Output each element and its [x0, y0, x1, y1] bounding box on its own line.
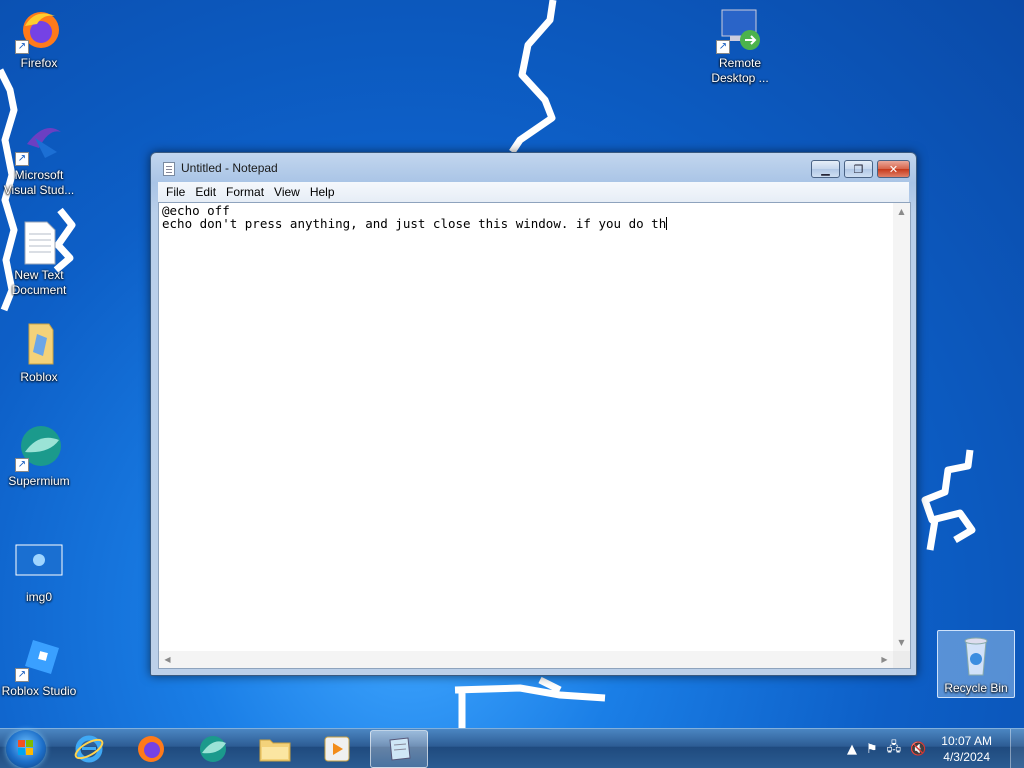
editor-text[interactable]: @echo off echo don't press anything, and … [162, 204, 890, 648]
scroll-left-arrow-icon[interactable]: ◀ [159, 651, 176, 668]
notepad-icon [389, 737, 411, 761]
maximize-icon: ❐ [853, 162, 864, 176]
menu-format[interactable]: Format [221, 185, 269, 199]
desktop-icon-label: Remote Desktop ... [711, 56, 769, 85]
menu-edit[interactable]: Edit [190, 185, 221, 199]
desktop-icon-label: Firefox [20, 56, 58, 70]
menu-help[interactable]: Help [305, 185, 340, 199]
desktop-icon-label: Roblox [20, 370, 58, 384]
text-caret [666, 217, 668, 230]
supermium-icon [200, 736, 226, 762]
desktop-icon-label: img0 [25, 590, 52, 604]
clock-time: 10:07 AM [941, 734, 992, 748]
desktop-icon-remote-desktop[interactable]: ↗ Remote Desktop ... [701, 6, 779, 86]
vertical-scrollbar[interactable]: ▲ ▼ [893, 203, 910, 651]
desktop-icon-recycle-bin[interactable]: Recycle Bin [937, 630, 1015, 698]
text-line-2: echo don't press anything, and just clos… [162, 217, 890, 230]
resize-grip[interactable] [893, 651, 910, 668]
firefox-icon [138, 736, 164, 762]
menu-file[interactable]: File [161, 185, 190, 199]
desktop-icon-label: Microsoft Visual Stud... [3, 168, 75, 197]
notepad-window[interactable]: Untitled - Notepad ▁ ❐ ✕ File Edit Forma… [150, 152, 917, 676]
taskbar-supermium[interactable] [184, 730, 242, 768]
taskbar-file-explorer[interactable] [246, 730, 304, 768]
desktop-icon-roblox[interactable]: Roblox [0, 320, 78, 385]
clock[interactable]: 10:07 AM 4/3/2024 [941, 733, 992, 765]
scroll-up-arrow-icon[interactable]: ▲ [893, 203, 910, 220]
shortcut-arrow-icon: ↗ [15, 668, 29, 682]
visual-studio-icon: ↗ [15, 118, 63, 166]
folder-icon [259, 739, 291, 762]
desktop-icon-firefox[interactable]: ↗ Firefox [0, 6, 78, 71]
horizontal-scrollbar[interactable]: ◀ ▶ [159, 651, 893, 668]
scroll-down-arrow-icon[interactable]: ▼ [893, 634, 910, 651]
taskbar-notepad[interactable] [370, 730, 428, 768]
recycle-bin-icon [952, 631, 1000, 679]
desktop-icon-label: New Text Document [11, 268, 67, 297]
internet-explorer-icon [74, 735, 104, 763]
text-editor[interactable]: @echo off echo don't press anything, and … [158, 202, 911, 669]
media-player-icon [324, 736, 350, 762]
desktop-icon-label: Supermium [8, 474, 70, 488]
show-desktop-button[interactable] [1010, 729, 1024, 768]
windows-logo-icon [18, 740, 33, 755]
folder-icon [15, 320, 63, 368]
desktop-icon-supermium[interactable]: ↗ Supermium [0, 424, 78, 489]
text-document-icon [15, 218, 63, 266]
desktop-icon-visual-studio[interactable]: ↗ Microsoft Visual Stud... [0, 118, 78, 198]
shortcut-arrow-icon: ↗ [15, 40, 29, 54]
desktop-icon-roblox-studio[interactable]: ↗ Roblox Studio [0, 634, 78, 699]
system-tray: ▲ ⚑ 🖧 🔇 10:07 AM 4/3/2024 [847, 729, 1024, 768]
desktop-icon-label: Roblox Studio [1, 684, 77, 698]
menu-bar: File Edit Format View Help [158, 182, 909, 202]
taskbar: ▲ ⚑ 🖧 🔇 10:07 AM 4/3/2024 [0, 728, 1024, 768]
window-title: Untitled - Notepad [181, 161, 278, 175]
image-file-icon [15, 540, 63, 588]
show-hidden-icons-chevron-icon[interactable]: ▲ [847, 742, 857, 757]
minimize-button[interactable]: ▁ [811, 160, 840, 178]
shortcut-arrow-icon: ↗ [716, 40, 730, 54]
notepad-icon [163, 162, 175, 176]
network-icon[interactable]: 🖧 [887, 738, 902, 760]
menu-view[interactable]: View [269, 185, 305, 199]
remote-desktop-icon: ↗ [716, 6, 764, 54]
clock-date: 4/3/2024 [943, 750, 990, 764]
maximize-button[interactable]: ❐ [844, 160, 873, 178]
shortcut-arrow-icon: ↗ [15, 458, 29, 472]
minimize-icon: ▁ [821, 162, 830, 176]
desktop-icon-img0[interactable]: img0 [0, 540, 78, 605]
desktop-icon-label: Recycle Bin [944, 681, 1008, 695]
supermium-icon: ↗ [15, 424, 63, 472]
start-button[interactable] [6, 730, 46, 768]
volume-muted-icon[interactable]: 🔇 [910, 742, 926, 757]
shortcut-arrow-icon: ↗ [15, 152, 29, 166]
taskbar-media-player[interactable] [308, 730, 366, 768]
taskbar-firefox[interactable] [122, 730, 180, 768]
close-icon: ✕ [888, 162, 899, 176]
text-line-2-content: echo don't press anything, and just clos… [162, 216, 667, 231]
desktop-icon-new-text-document[interactable]: New Text Document [0, 218, 78, 298]
notepad-titlebar[interactable]: Untitled - Notepad ▁ ❐ ✕ [151, 153, 916, 183]
firefox-icon: ↗ [15, 6, 63, 54]
action-center-flag-icon[interactable]: ⚑ [866, 742, 878, 757]
taskbar-internet-explorer[interactable] [60, 730, 118, 768]
close-button[interactable]: ✕ [877, 160, 910, 178]
scroll-right-arrow-icon[interactable]: ▶ [876, 651, 893, 668]
roblox-studio-icon: ↗ [15, 634, 63, 682]
